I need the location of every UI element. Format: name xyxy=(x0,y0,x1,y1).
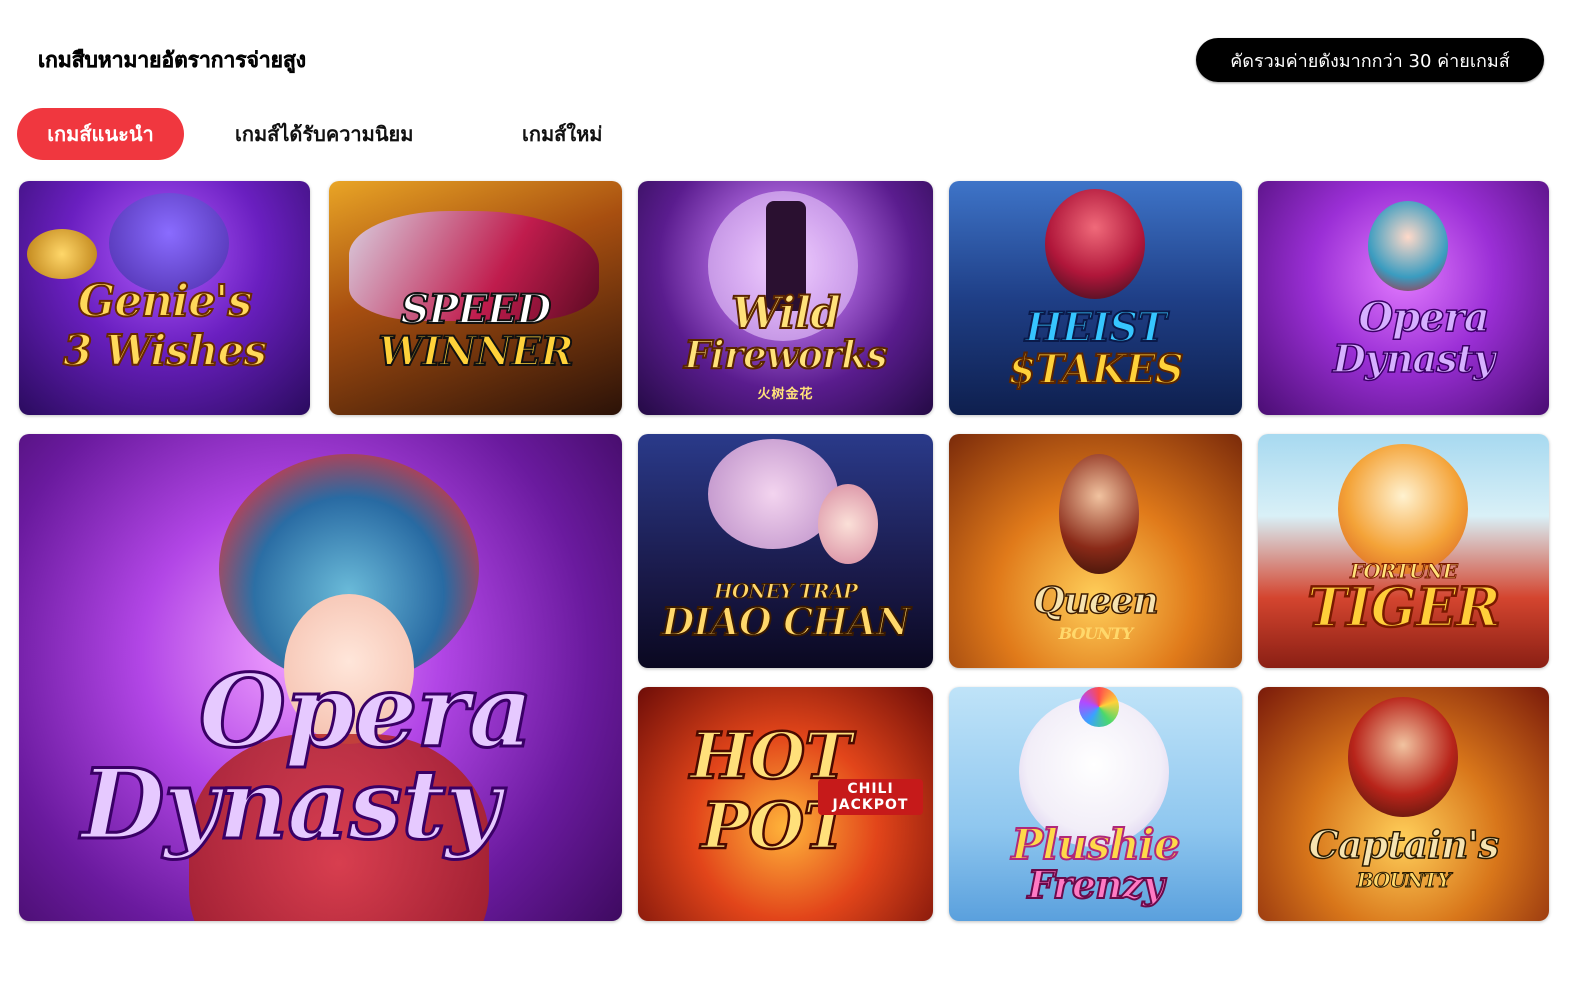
game-card-wild-fireworks[interactable]: Wild Fireworks 火树金花 xyxy=(638,181,933,415)
game-title-line1: SPEED xyxy=(400,286,553,333)
game-card-fortune-tiger[interactable]: FORTUNE TIGER xyxy=(1258,434,1549,668)
game-category-tabs: เกมส์แนะนำ เกมส์ได้รับความนิยม เกมส์ใหม่ xyxy=(17,108,602,160)
game-card-speed-winner[interactable]: SPEED WINNER xyxy=(329,181,622,415)
game-title-line2: Dynasty xyxy=(80,748,502,861)
pirate-queen-figure xyxy=(1059,454,1139,574)
game-card-queen-of-bounty[interactable]: Queen BOUNTY xyxy=(949,434,1242,668)
game-title-line2: WINNER xyxy=(377,328,575,375)
game-title-line1: HEIST xyxy=(1024,304,1168,351)
game-title-line2: $TAKES xyxy=(1007,346,1185,393)
game-card-hot-pot[interactable]: HOT POT CHILI JACKPOT xyxy=(638,687,933,921)
game-card-genies-3-wishes[interactable]: Genie's 3 Wishes xyxy=(19,181,310,415)
maiden-figure xyxy=(818,484,878,564)
tiger-figure xyxy=(1338,444,1468,574)
game-title-line1: Opera xyxy=(1358,294,1491,341)
game-title-line1: Wild xyxy=(730,288,842,339)
section-heading: เกมสืบหามายอัตราการจ่ายสูง xyxy=(38,48,307,72)
thief-figure xyxy=(1045,189,1145,299)
tab-recommended[interactable]: เกมส์แนะนำ xyxy=(17,108,184,160)
game-card-honey-trap-diao-chan[interactable]: HONEY TRAP DIAO CHAN xyxy=(638,434,933,668)
game-title-line1: Captain's xyxy=(1308,822,1500,867)
game-title-line2: BOUNTY xyxy=(1356,868,1452,892)
game-title-line1: Plushie xyxy=(1011,820,1182,869)
game-title-line2: Fireworks xyxy=(683,332,888,377)
unicorn-horn xyxy=(1079,687,1119,727)
game-subtitle: CHILI JACKPOT xyxy=(818,779,923,815)
game-title-line1: Genie's xyxy=(77,276,254,327)
game-title-line2: TIGER xyxy=(1306,575,1502,639)
provider-count-badge[interactable]: คัดรวมค่ายดังมากกว่า 30 ค่ายเกมส์ xyxy=(1196,38,1544,82)
game-card-heist-stakes[interactable]: HEIST $TAKES xyxy=(949,181,1242,415)
opera-performer xyxy=(1368,201,1448,291)
game-card-opera-dynasty[interactable]: Opera Dynasty xyxy=(1258,181,1549,415)
game-card-plushie-frenzy[interactable]: Plushie Frenzy xyxy=(949,687,1242,921)
game-title-line1: Queen xyxy=(1032,580,1159,622)
game-title-line1: Opera xyxy=(197,652,534,770)
game-title-line2: 3 Wishes xyxy=(62,326,268,375)
game-title-line2: BOUNTY xyxy=(1058,624,1134,643)
tab-popular[interactable]: เกมส์ได้รับความนิยม xyxy=(235,108,413,160)
tab-new[interactable]: เกมส์ใหม่ xyxy=(522,108,602,160)
pirate-captain-figure xyxy=(1348,697,1458,817)
game-title-line2: Dynasty xyxy=(1332,336,1496,381)
game-title-line2: DIAO CHAN xyxy=(661,599,912,644)
game-card-opera-dynasty-featured[interactable]: Opera Dynasty xyxy=(19,434,622,921)
game-card-captains-bounty[interactable]: Captain's BOUNTY xyxy=(1258,687,1549,921)
game-subtitle: 火树金花 xyxy=(757,387,814,402)
game-title-line2: Frenzy xyxy=(1027,862,1166,907)
lamp-decoration xyxy=(27,229,97,279)
